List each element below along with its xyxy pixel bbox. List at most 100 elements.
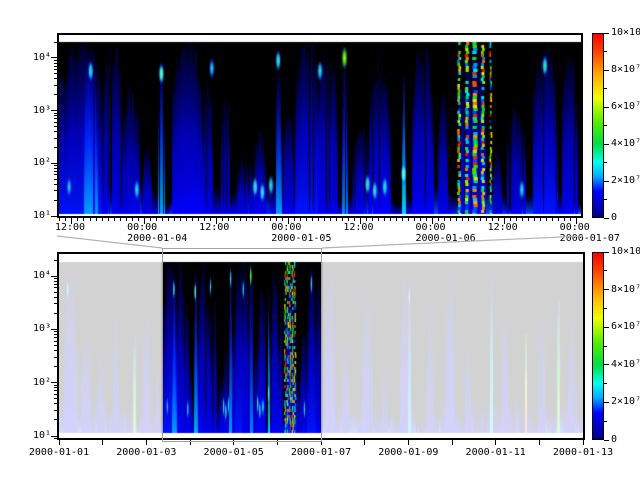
x-axis-minor-tick	[372, 218, 373, 221]
y-axis-minor-tick	[54, 419, 57, 420]
y-axis-minor-tick	[54, 345, 57, 346]
x-axis-minor-tick	[492, 218, 493, 221]
x-axis-minor-tick	[510, 218, 511, 221]
x-axis-minor-tick	[474, 218, 475, 221]
x-tick-label-group: 00:002000-01-05	[271, 222, 331, 244]
y-axis-minor-tick	[54, 179, 57, 180]
colorbar-tick	[604, 107, 609, 108]
x-axis-minor-tick	[558, 218, 559, 221]
y-axis-minor-tick	[54, 60, 57, 61]
colorbar-tick-label: 2×10⁷	[611, 175, 640, 186]
y-tick-label: 10²	[5, 157, 51, 168]
y-tick-label: 10³	[5, 323, 51, 334]
y-axis-minor-tick	[54, 284, 57, 285]
y-axis-major-tick	[51, 276, 57, 277]
x-axis-minor-tick	[420, 218, 421, 221]
colorbar-tick	[604, 88, 607, 89]
x-tick-label-group: 12:00	[55, 222, 85, 233]
colorbar-tick	[604, 144, 609, 145]
x-axis-minor-tick	[336, 218, 337, 221]
x-tick-time-label: 12:00	[343, 222, 373, 233]
colorbar-tick	[604, 252, 609, 253]
y-axis-minor-tick	[54, 394, 57, 395]
y-axis-minor-tick	[54, 297, 57, 298]
x-axis-minor-tick	[186, 218, 187, 221]
y-tick-label: 10¹	[5, 210, 51, 221]
colorbar-bottom	[592, 252, 604, 440]
x-axis-minor-tick	[132, 218, 133, 221]
colorbar-tick	[604, 270, 607, 271]
x-axis-minor-tick	[390, 218, 391, 221]
x-tick-label-group: 12:00	[199, 222, 229, 233]
x-axis-minor-tick	[204, 218, 205, 221]
x-axis-minor-tick	[378, 218, 379, 221]
x-axis-minor-tick	[120, 218, 121, 221]
x-axis-minor-tick	[324, 218, 325, 221]
x-axis-minor-tick	[108, 218, 109, 221]
x-axis-minor-tick	[258, 218, 259, 221]
x-axis-minor-tick	[480, 218, 481, 221]
colorbar-tick-label: 0	[611, 434, 617, 445]
x-axis-minor-tick	[168, 218, 169, 221]
colorbar-tick	[604, 364, 609, 365]
x-axis-minor-tick	[222, 218, 223, 221]
y-axis-major-tick	[51, 216, 57, 217]
x-axis-minor-tick	[366, 218, 367, 221]
y-axis-minor-tick	[54, 184, 57, 185]
x-axis-minor-tick	[198, 218, 199, 221]
x-tick-time-label: 00:00	[271, 222, 331, 233]
colorbar-tick-label: 4×10⁷	[611, 138, 640, 149]
colorbar-tick	[604, 289, 609, 290]
y-axis-minor-tick	[54, 398, 57, 399]
y-axis-minor-tick	[54, 73, 57, 74]
y-tick-label: 10⁴	[5, 270, 51, 281]
colorbar-tick-label: 10×10⁷	[611, 27, 640, 38]
y-axis-minor-tick	[54, 78, 57, 79]
x-axis-minor-tick	[516, 218, 517, 221]
spectrogram-browser-figure: 10¹10²10³10⁴10¹10²10³10⁴12:0000:002000-0…	[0, 0, 640, 480]
colorbar-tick	[604, 308, 607, 309]
y-axis-minor-tick	[54, 94, 57, 95]
x-axis-minor-tick	[396, 218, 397, 221]
y-axis-minor-tick	[54, 118, 57, 119]
y-axis-major-tick	[51, 163, 57, 164]
x-axis-minor-tick	[300, 218, 301, 221]
x-axis-minor-tick	[426, 218, 427, 221]
x-tick-date-label: 2000-01-07	[560, 233, 620, 244]
y-axis-minor-tick	[54, 438, 57, 439]
y-axis-minor-tick	[54, 303, 57, 304]
x-axis-minor-tick	[90, 218, 91, 221]
x-axis-minor-tick	[354, 218, 355, 221]
x-axis-minor-tick	[270, 218, 271, 221]
colorbar-tick	[604, 162, 607, 163]
x-axis-minor-tick	[330, 218, 331, 221]
y-tick-label: 10³	[5, 105, 51, 116]
x-axis-minor-tick	[456, 218, 457, 221]
x-axis-minor-tick	[96, 218, 97, 221]
zoomed-spectrogram-canvas[interactable]	[59, 35, 581, 216]
colorbar-tick	[604, 383, 607, 384]
x-tick-label-group: 00:002000-01-04	[127, 222, 187, 244]
x-axis-minor-tick	[156, 218, 157, 221]
y-axis-major-tick	[51, 382, 57, 383]
x-axis-minor-tick	[246, 218, 247, 221]
x-axis-minor-tick	[498, 218, 499, 221]
x-tick-date-label: 2000-01-06	[415, 233, 475, 244]
y-axis-minor-tick	[54, 357, 57, 358]
zoom-selection-box[interactable]	[162, 248, 322, 442]
x-axis-minor-tick	[65, 218, 66, 221]
x-axis-minor-tick	[486, 218, 487, 221]
x-axis-minor-tick	[450, 218, 451, 221]
y-axis-minor-tick	[54, 138, 57, 139]
colorbar-tick	[604, 70, 609, 71]
y-axis-minor-tick	[54, 190, 57, 191]
colorbar-tick	[604, 440, 609, 441]
y-axis-minor-tick	[54, 313, 57, 314]
y-axis-minor-tick	[54, 287, 57, 288]
x-tick-time-label: 12:00	[199, 222, 229, 233]
x-axis-minor-tick	[252, 218, 253, 221]
colorbar-tick	[604, 181, 609, 182]
zoomed-spectrogram-panel	[57, 33, 583, 218]
x-axis-minor-tick	[228, 218, 229, 221]
x-axis-minor-tick	[318, 218, 319, 221]
